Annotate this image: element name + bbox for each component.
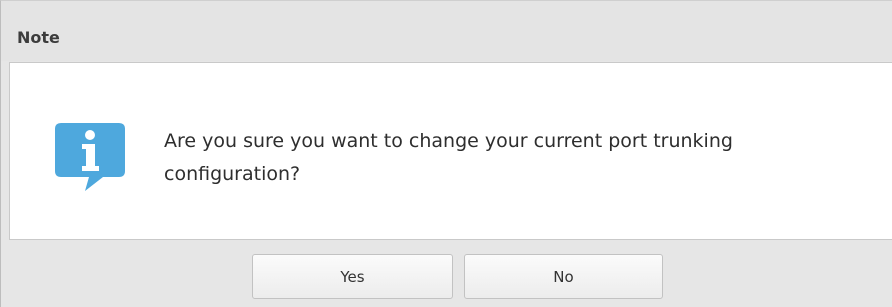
dialog-titlebar: Note (1, 1, 892, 61)
yes-button-label: Yes (340, 267, 365, 286)
dialog-message: Are you sure you want to change your cur… (164, 130, 733, 185)
yes-button[interactable]: Yes (252, 254, 453, 299)
dialog-title: Note (17, 28, 60, 47)
info-icon (55, 123, 125, 191)
confirm-dialog: Note Are you sure you want to change you… (0, 0, 892, 307)
no-button-label: No (553, 267, 574, 286)
no-button[interactable]: No (464, 254, 663, 299)
